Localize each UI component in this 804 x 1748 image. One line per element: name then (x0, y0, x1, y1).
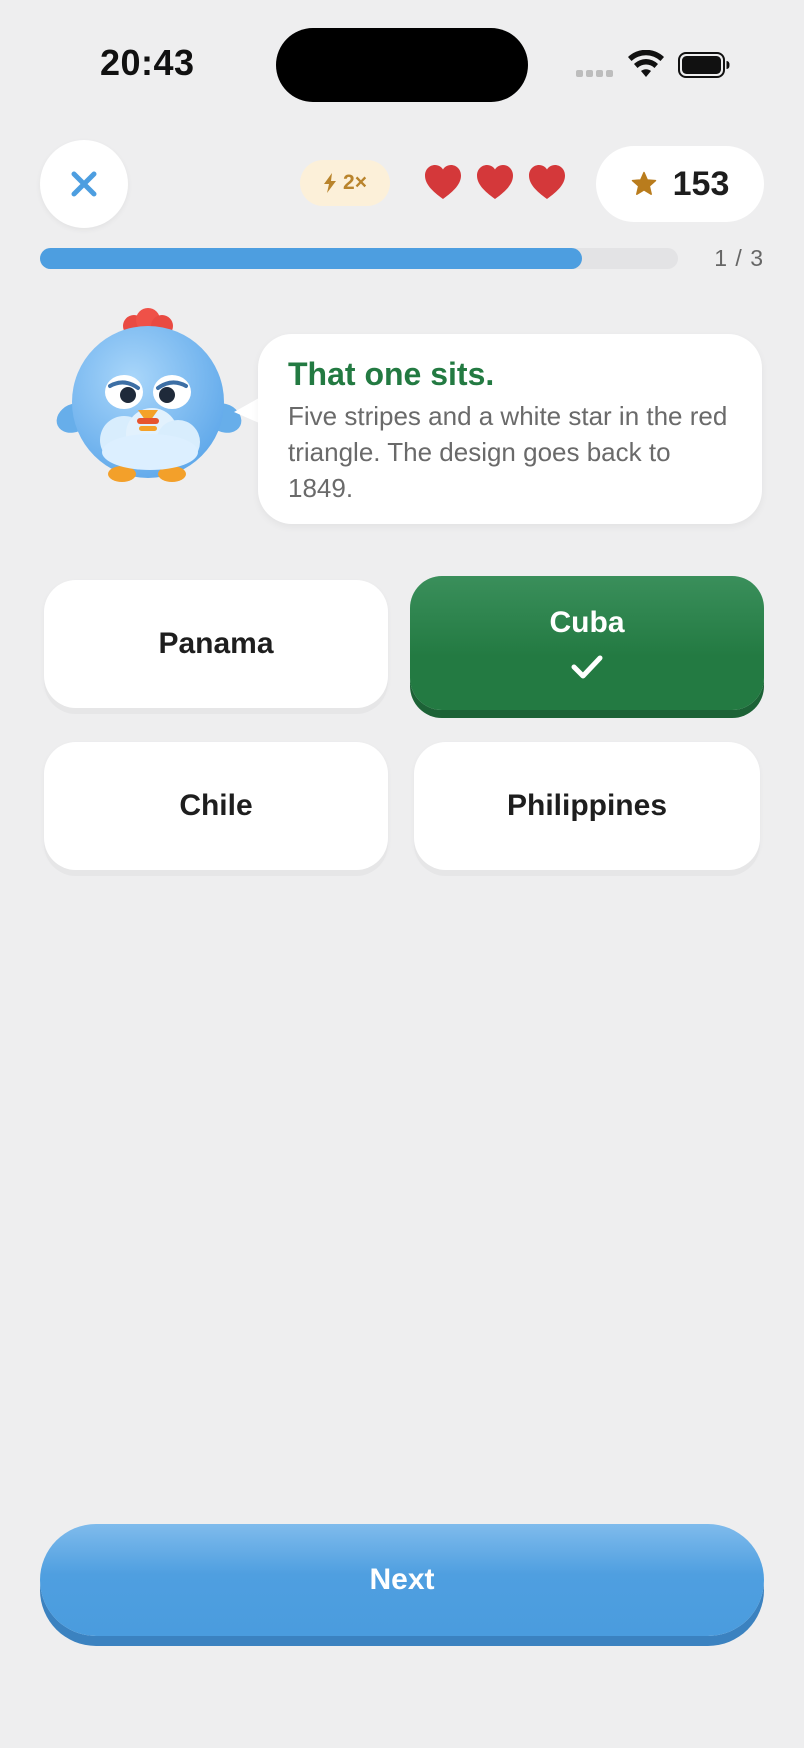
star-icon (631, 171, 656, 195)
heart-icon (529, 165, 565, 199)
answer-option-philippines[interactable]: Philippines (414, 742, 760, 870)
heart-icon (477, 165, 513, 199)
score-value: 153 (672, 164, 730, 203)
answer-label: Chile (179, 789, 253, 822)
status-time: 20:43 (100, 42, 195, 83)
progress-label: 1 / 3 (714, 245, 764, 271)
answer-label: Panama (158, 627, 274, 660)
answer-label: Philippines (506, 789, 668, 822)
answer-option-panama[interactable]: Panama (44, 580, 388, 708)
close-button[interactable] (40, 140, 128, 228)
heart-icon (425, 165, 461, 199)
progress-bar (40, 248, 678, 269)
dynamic-island (276, 28, 528, 102)
lives-indicator (424, 164, 566, 200)
answer-option-chile[interactable]: Chile (44, 742, 388, 870)
close-icon (71, 171, 97, 197)
next-button[interactable]: Next (40, 1524, 764, 1636)
lightning-icon (324, 173, 337, 193)
answer-label: Cuba (549, 606, 625, 639)
wifi-icon (628, 50, 664, 77)
answer-option-cuba[interactable]: Cuba (410, 576, 764, 710)
score-pill: 153 (596, 146, 764, 222)
next-label: Next (369, 1563, 435, 1596)
battery-icon (678, 52, 730, 78)
check-icon (571, 655, 603, 679)
boost-label: 2× (343, 171, 367, 194)
progress-fill (40, 248, 583, 269)
cellular-signal-icon (576, 70, 616, 78)
feedback-text: Five stripes and a white star in the red… (288, 401, 728, 503)
xp-boost-badge: 2× (300, 160, 390, 206)
bird-mascot (56, 308, 242, 482)
feedback-title: That one sits. (288, 356, 495, 392)
